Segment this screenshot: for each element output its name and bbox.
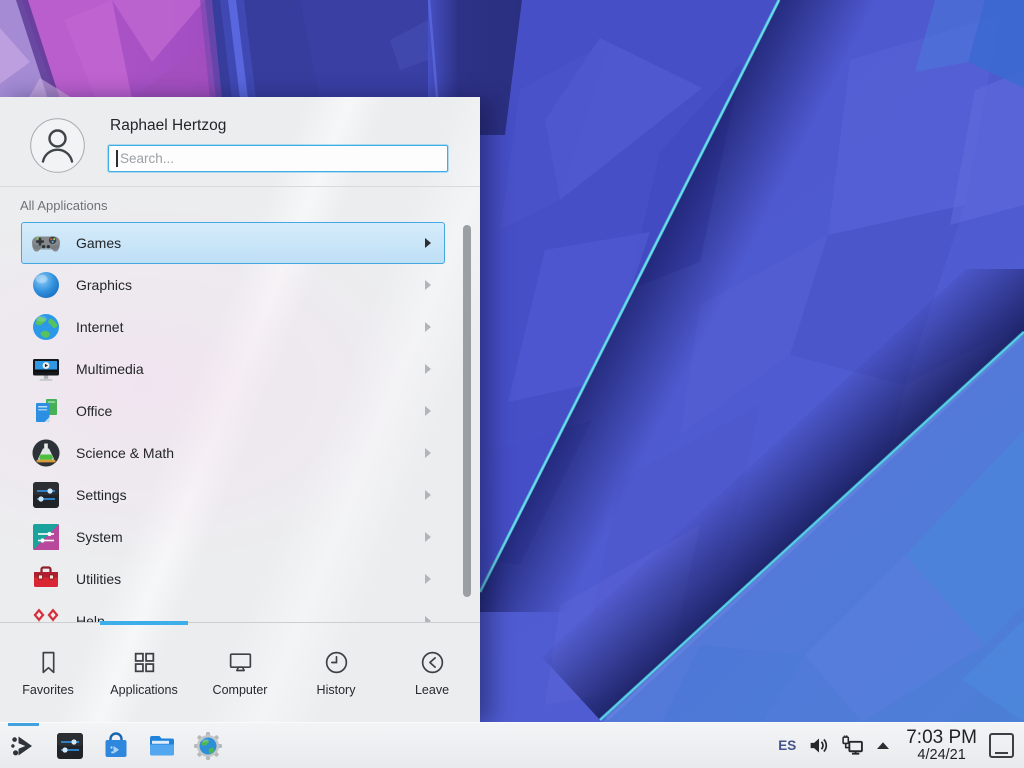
submenu-arrow-icon bbox=[425, 364, 431, 374]
multimedia-icon bbox=[30, 353, 62, 385]
submenu-arrow-icon bbox=[425, 322, 431, 332]
category-row-utilities[interactable]: Utilities bbox=[21, 558, 445, 600]
active-tab-indicator bbox=[100, 621, 188, 625]
leave-back-icon bbox=[419, 649, 446, 676]
application-launcher-button[interactable] bbox=[8, 730, 40, 762]
launcher-active-indicator bbox=[8, 723, 39, 726]
header-divider bbox=[0, 186, 480, 187]
tab-label: Computer bbox=[213, 683, 268, 697]
tab-label: Leave bbox=[415, 683, 449, 697]
show-desktop-button[interactable] bbox=[989, 733, 1014, 758]
clock-date: 4/24/21 bbox=[906, 748, 977, 763]
office-icon bbox=[30, 395, 62, 427]
category-row-office[interactable]: Office bbox=[21, 390, 445, 432]
clock-history-icon bbox=[323, 649, 350, 676]
category-row-multimedia[interactable]: Multimedia bbox=[21, 348, 445, 390]
category-label: Multimedia bbox=[76, 361, 144, 377]
expand-tray-arrow-icon[interactable] bbox=[876, 741, 890, 750]
tab-computer[interactable]: Computer bbox=[192, 623, 288, 722]
submenu-arrow-icon bbox=[425, 238, 431, 248]
clock-time: 7:03 PM bbox=[906, 728, 977, 748]
application-launcher-menu: Raphael Hertzog All Applications bbox=[0, 97, 480, 722]
taskbar-panel: ES 7:03 PM 4/24/21 bbox=[0, 722, 1024, 768]
category-row-system[interactable]: System bbox=[21, 516, 445, 558]
submenu-arrow-icon bbox=[425, 280, 431, 290]
category-label: System bbox=[76, 529, 123, 545]
category-label: Settings bbox=[76, 487, 127, 503]
submenu-arrow-icon bbox=[425, 448, 431, 458]
submenu-arrow-icon bbox=[425, 406, 431, 416]
volume-icon[interactable] bbox=[808, 735, 829, 756]
launcher-footer-tabs: Favorites Applications Computer bbox=[0, 622, 480, 722]
tab-favorites[interactable]: Favorites bbox=[0, 623, 96, 722]
internet-icon bbox=[30, 311, 62, 343]
tab-label: History bbox=[317, 683, 356, 697]
keyboard-layout-indicator[interactable]: ES bbox=[778, 738, 796, 753]
system-icon bbox=[30, 521, 62, 553]
tab-applications[interactable]: Applications bbox=[96, 623, 192, 722]
graphics-icon bbox=[30, 269, 62, 301]
category-row-graphics[interactable]: Graphics bbox=[21, 264, 445, 306]
category-row-internet[interactable]: Internet bbox=[21, 306, 445, 348]
tab-leave[interactable]: Leave bbox=[384, 623, 480, 722]
submenu-arrow-icon bbox=[425, 490, 431, 500]
applications-grid-icon bbox=[131, 649, 158, 676]
category-row-help[interactable]: Help bbox=[21, 600, 445, 622]
category-row-science-math[interactable]: Science & Math bbox=[21, 432, 445, 474]
help-icon bbox=[30, 605, 62, 622]
bookmark-icon bbox=[35, 649, 62, 676]
system-tray: ES 7:03 PM 4/24/21 bbox=[778, 723, 1024, 768]
category-label: Graphics bbox=[76, 277, 132, 293]
section-label: All Applications bbox=[20, 198, 107, 213]
digital-clock[interactable]: 7:03 PM 4/24/21 bbox=[902, 728, 977, 763]
games-icon bbox=[30, 227, 62, 259]
category-label: Utilities bbox=[76, 571, 121, 587]
dolphin-file-manager-button[interactable] bbox=[146, 730, 178, 762]
category-list-viewport: Games Graphics bbox=[0, 217, 480, 622]
search-input[interactable] bbox=[108, 145, 448, 172]
category-label: Games bbox=[76, 235, 121, 251]
scrollbar[interactable] bbox=[463, 225, 471, 597]
category-list: Games Graphics bbox=[0, 217, 480, 622]
settings-icon bbox=[30, 479, 62, 511]
category-label: Internet bbox=[76, 319, 123, 335]
category-row-games[interactable]: Games bbox=[21, 222, 445, 264]
submenu-arrow-icon bbox=[425, 574, 431, 584]
konqueror-browser-button[interactable] bbox=[192, 730, 224, 762]
desktop: Raphael Hertzog All Applications bbox=[0, 0, 1024, 768]
tab-label: Favorites bbox=[22, 683, 73, 697]
search-field-wrap bbox=[108, 145, 448, 172]
network-icon[interactable] bbox=[841, 734, 864, 757]
discover-button[interactable] bbox=[100, 730, 132, 762]
user-avatar bbox=[30, 118, 85, 173]
science-math-icon bbox=[30, 437, 62, 469]
tab-history[interactable]: History bbox=[288, 623, 384, 722]
utilities-icon bbox=[30, 563, 62, 595]
submenu-arrow-icon bbox=[425, 532, 431, 542]
tab-label: Applications bbox=[110, 683, 177, 697]
category-label: Office bbox=[76, 403, 112, 419]
computer-monitor-icon bbox=[227, 649, 254, 676]
category-label: Science & Math bbox=[76, 445, 174, 461]
system-settings-button[interactable] bbox=[54, 730, 86, 762]
launcher-header: Raphael Hertzog bbox=[0, 97, 480, 187]
user-name: Raphael Hertzog bbox=[110, 117, 226, 135]
category-row-settings[interactable]: Settings bbox=[21, 474, 445, 516]
